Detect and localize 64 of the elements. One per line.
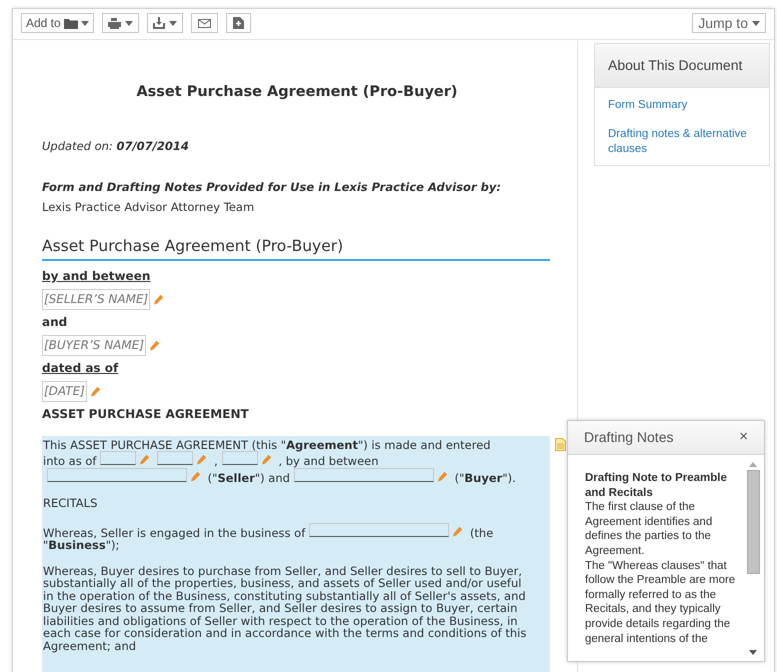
add-page-icon [232, 17, 244, 29]
sidebar-link[interactable]: Drafting notes & alternative clauses [608, 127, 756, 157]
paragraph-text: , by and between [278, 454, 379, 468]
pencil-icon[interactable] [190, 470, 201, 482]
section-heading: Asset Purchase Agreement (Pro-Buyer) [42, 234, 550, 261]
updated-date: Updated on: 07/07/2014 [42, 138, 190, 155]
scroll-down-icon[interactable] [749, 650, 757, 655]
add-to-button[interactable]: Add to [21, 13, 94, 33]
note-text: The "Whereas clauses" that follow the Preamble are more formally referred to as the Recitals, and they typically provide details regarding the general intentions of the [585, 558, 736, 646]
pencil-icon[interactable] [90, 386, 101, 397]
pencil-icon[interactable] [153, 294, 164, 305]
scroll-up-icon[interactable] [749, 462, 757, 467]
paragraph-text: ("Buyer"). [454, 470, 516, 485]
printer-icon [108, 18, 121, 28]
paragraph-text: RECITALS [43, 496, 98, 510]
paragraph-text: Whereas, Seller is engaged in the business of [43, 526, 306, 540]
party-label: ASSET PURCHASE AGREEMENT [42, 406, 249, 423]
document-title: Asset Purchase Agreement (Pro-Buyer) [135, 83, 459, 102]
party-label: and [42, 314, 68, 331]
paragraph-text: This ASSET PURCHASE AGREEMENT (this "Agreement") is made and entered [43, 438, 491, 452]
download-button[interactable] [146, 13, 183, 33]
close-button[interactable]: × [739, 426, 748, 449]
placeholder-field[interactable]: [BUYER’S NAME] [42, 334, 146, 356]
email-button[interactable] [190, 13, 218, 33]
paragraph-text: (the [470, 526, 494, 540]
sidebar-link[interactable]: Form Summary [608, 98, 756, 113]
note-text: The first clause of the Agreement identifies and defines the parties to the Agreement. [585, 500, 714, 559]
blank-field[interactable] [309, 522, 450, 537]
paragraph-text: , [214, 454, 218, 468]
blank-field[interactable] [157, 451, 194, 466]
blank-field[interactable] [100, 451, 136, 466]
placeholder-field[interactable]: [SELLER’S NAME] [42, 288, 150, 310]
provided-by-text: Form and Drafting Notes Provided for Use in Lexis Practice Advisor by: [42, 179, 502, 196]
print-button[interactable] [102, 13, 139, 33]
folder-icon [64, 18, 78, 28]
blank-field[interactable] [47, 468, 187, 482]
caret-icon [168, 20, 177, 26]
pencil-icon[interactable] [139, 454, 150, 466]
caret-icon [124, 20, 133, 26]
download-icon [152, 17, 165, 29]
party-label: dated as of [42, 360, 118, 377]
paragraph-text: into as of [43, 454, 96, 468]
blank-field[interactable] [222, 451, 258, 466]
add-document-button[interactable] [226, 13, 251, 33]
pencil-icon[interactable] [260, 454, 272, 466]
pencil-icon[interactable] [196, 454, 208, 466]
author-text: Lexis Practice Advisor Attorney Team [42, 199, 256, 216]
paragraph-text: ("Seller") and [208, 470, 290, 485]
caret-icon [752, 20, 760, 26]
panel-title: About This Document [595, 44, 769, 88]
pencil-icon[interactable] [149, 340, 160, 351]
note-title: Drafting Note to Preamble and Recitals [585, 471, 728, 500]
popup-title: Drafting Notes [584, 428, 674, 447]
pencil-icon[interactable] [436, 470, 448, 482]
caret-icon [80, 20, 89, 26]
envelope-icon [198, 18, 211, 28]
placeholder-field[interactable]: [DATE] [42, 380, 87, 402]
note-icon[interactable] [555, 438, 566, 451]
party-label: by and between [42, 268, 150, 285]
paragraph-text: Whereas, Buyer desires to purchase from Seller, and Seller desires to sell to Buyer, substantially all of the properties, business, and assets of Seller used and/or useful in the operation of the Business, constituting substantially all of Seller's assets, and Buyer desires to assume from Seller, and Seller desires to assign to Buyer, certain liabilities and obligations of Seller with respect to the operation of the Business, in each case for consideration and in accordance with the terms and conditions of this Agreement; and [43, 564, 526, 653]
blank-field[interactable] [294, 468, 434, 482]
paragraph-text: "Business"); [43, 538, 120, 552]
pencil-icon[interactable] [452, 526, 464, 537]
jump-to-button[interactable]: Jump to [692, 13, 766, 33]
